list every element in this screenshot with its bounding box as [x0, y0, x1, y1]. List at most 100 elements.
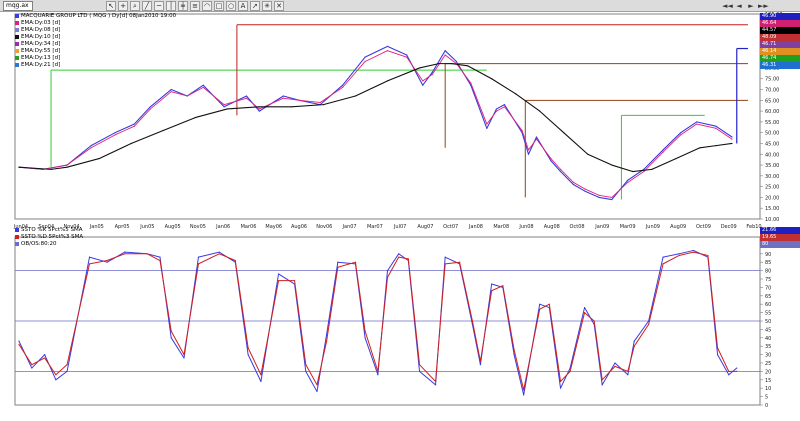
legend-swatch	[15, 20, 19, 25]
data-point	[550, 160, 552, 162]
scroll-start-icon[interactable]: ◄◄	[722, 1, 733, 11]
data-point	[354, 261, 357, 263]
data-point	[662, 256, 664, 258]
data-point	[183, 354, 185, 356]
channel-tool-icon[interactable]: ╪	[178, 1, 188, 11]
data-point	[614, 362, 616, 364]
arrow-tool-icon[interactable]: ➚	[250, 1, 260, 11]
ellipse-tool-icon[interactable]: ○	[226, 1, 236, 11]
legend-entry[interactable]: EMA:Dy:55 [d]	[15, 48, 176, 55]
last-value-badge: 46.31	[760, 62, 800, 69]
legend-entry[interactable]: EMA:Dy:08 [d]	[15, 27, 176, 34]
data-point	[521, 129, 523, 132]
hline-tool-icon[interactable]: ─	[154, 1, 164, 11]
x-tick-label: Jan08	[468, 224, 483, 230]
box-tool-icon[interactable]: □	[214, 1, 224, 11]
last-value-badge: 46.74	[760, 55, 800, 62]
data-point	[662, 263, 664, 265]
legend-entry[interactable]: MACQUARIE GROUP LTD ( MQG ) Dy[d] 08Jan2…	[15, 13, 176, 20]
legend-entry[interactable]: SSTO %D 5Pct%3 SMA	[15, 234, 83, 241]
zoom-tool-icon[interactable]: ⌕	[130, 1, 140, 11]
data-point	[282, 97, 284, 99]
data-point	[731, 142, 733, 145]
line-tool-icon[interactable]: ╱	[142, 1, 152, 11]
data-point	[601, 384, 603, 386]
data-point	[736, 367, 738, 369]
delete-tool-icon[interactable]: ✕	[274, 1, 284, 11]
data-point	[418, 364, 421, 366]
data-point	[572, 183, 574, 186]
data-point	[632, 170, 634, 173]
y-tick-label: 90	[765, 252, 771, 258]
legend-entry[interactable]: EMA:Dy:13 [d]	[15, 55, 176, 62]
data-point	[130, 142, 132, 145]
data-point	[431, 73, 433, 76]
data-point	[715, 145, 717, 147]
data-point	[444, 263, 446, 265]
data-point	[583, 190, 586, 192]
data-point	[559, 387, 562, 389]
vline-tool-icon[interactable]: │	[166, 1, 176, 11]
fib-tool-icon[interactable]: ≡	[190, 1, 200, 11]
y-tick-label: 5	[765, 395, 768, 401]
legend-label: EMA:Dy:13 [d]	[21, 55, 61, 61]
data-point	[18, 343, 20, 346]
data-point	[455, 60, 457, 63]
legend-entry[interactable]: SSTO %K 5Pct%5 SMA	[15, 227, 83, 234]
x-tick-label: Jun05	[139, 224, 154, 230]
data-point	[503, 106, 506, 108]
data-point	[633, 340, 635, 342]
data-point	[502, 285, 504, 287]
data-point	[245, 95, 248, 97]
y-tick-label: 15.00	[765, 206, 779, 212]
y-tick-label: 55	[765, 311, 771, 317]
data-point	[183, 357, 185, 359]
legend-entry[interactable]: EMA:Dy:21 [d]	[15, 62, 176, 69]
legend-entry[interactable]: EMA:Dy:34 [d]	[15, 41, 176, 48]
legend-swatch	[15, 27, 19, 32]
x-tick-label: Aug05	[165, 224, 181, 230]
data-point	[696, 121, 698, 123]
x-tick-label: Jun08	[518, 224, 533, 230]
legend-swatch	[15, 227, 19, 232]
scroll-left-icon[interactable]: ◄	[734, 1, 744, 11]
data-point	[523, 389, 525, 391]
data-point	[550, 157, 552, 160]
data-point	[377, 370, 379, 372]
data-point	[527, 153, 530, 155]
gann-tool-icon[interactable]: ✳	[262, 1, 272, 11]
data-point	[277, 280, 280, 282]
y-tick-label: 20	[765, 369, 771, 375]
legend-entry[interactable]: EMA:Dy:10 [d]	[15, 34, 176, 41]
data-point	[486, 127, 488, 129]
crosshair-tool-icon[interactable]: +	[118, 1, 128, 11]
data-point	[503, 104, 506, 106]
data-point	[245, 97, 248, 99]
symbol-input[interactable]: mqg.ax	[3, 1, 33, 11]
scroll-right-icon[interactable]: ►	[746, 1, 756, 11]
x-tick-label: Mar08	[493, 224, 509, 230]
data-point	[293, 280, 296, 282]
scroll-end-icon[interactable]: ►►	[758, 1, 769, 11]
data-point	[479, 360, 482, 362]
data-point	[55, 379, 57, 381]
text-tool-icon[interactable]: A	[238, 1, 248, 11]
legend-label: SSTO %K 5Pct%5 SMA	[21, 227, 83, 233]
legend-entry[interactable]: EMA:Dy:03 [d]	[15, 20, 176, 27]
data-point	[458, 261, 461, 263]
y-tick-label: 45.00	[765, 141, 779, 147]
arc-tool-icon[interactable]: ◠	[202, 1, 212, 11]
legend-label: EMA:Dy:03 [d]	[21, 20, 61, 26]
data-point	[535, 136, 538, 138]
legend-entry[interactable]: OB/OS:80:20	[15, 241, 83, 248]
data-point	[305, 370, 307, 372]
x-tick-label: Aug09	[670, 224, 686, 230]
data-point	[434, 384, 437, 386]
last-value-badge: 46.71	[760, 41, 800, 48]
cursor-tool-icon[interactable]: ↖	[106, 1, 116, 11]
data-point	[149, 108, 151, 110]
data-point	[298, 99, 300, 101]
data-point	[444, 256, 446, 258]
last-value-badge: 46.64	[760, 20, 800, 27]
last-value-badge: 48.09	[760, 34, 800, 41]
